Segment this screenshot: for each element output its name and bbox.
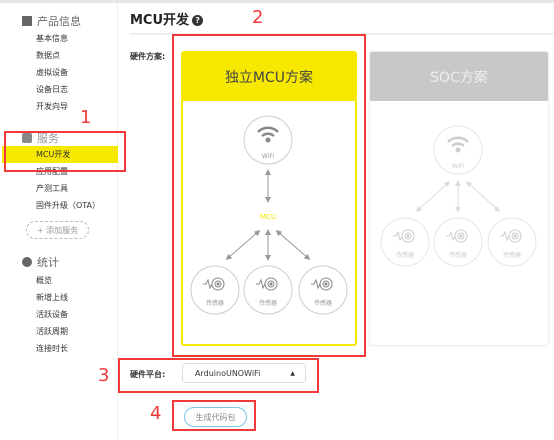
annotation-box-2 [172, 34, 366, 357]
soc-scheme-title: SOC方案 [370, 52, 548, 101]
section-title: 统计 [37, 256, 59, 269]
add-service-button[interactable]: + 添加服务 [26, 221, 89, 239]
annotation-number: 2 [252, 7, 264, 28]
annotation-number: 4 [150, 403, 162, 424]
page-title: MCU开发? [130, 9, 204, 28]
sidebar-section-product: 产品信息 [22, 13, 81, 29]
annotation-box-1 [4, 131, 126, 172]
section-title: 产品信息 [37, 15, 81, 28]
sidebar-item-overview[interactable]: 概览 [36, 275, 52, 286]
sidebar-item-dev-guide[interactable]: 开发向导 [36, 101, 68, 112]
scheme-label: 硬件方案: [130, 52, 166, 61]
annotation-number: 1 [80, 107, 92, 128]
soc-scheme-card[interactable]: SOC方案 [369, 51, 549, 346]
sidebar-section-stats: 统计 [22, 254, 59, 270]
sidebar-item-device-log[interactable]: 设备日志 [36, 84, 68, 95]
sidebar-item-ota[interactable]: 固件升级（OTA） [36, 200, 100, 211]
sidebar-item-active-devices[interactable]: 活跃设备 [36, 309, 68, 320]
pie-chart-icon [22, 257, 32, 267]
grid-icon [22, 16, 32, 26]
sidebar-item-connect-time[interactable]: 连接时长 [36, 343, 68, 354]
title-text: MCU开发 [130, 13, 190, 28]
help-icon[interactable]: ? [192, 15, 204, 26]
sidebar-item-test-tools[interactable]: 产测工具 [36, 183, 68, 194]
annotation-box-4 [172, 400, 256, 431]
sidebar-item-virtual-device[interactable]: 虚拟设备 [36, 67, 68, 78]
annotation-box-3 [118, 358, 319, 393]
sidebar-item-datapoints[interactable]: 数据点 [36, 50, 60, 61]
sidebar-item-basic-info[interactable]: 基本信息 [36, 33, 68, 44]
annotation-number: 3 [98, 365, 110, 386]
sidebar-item-new-online[interactable]: 新增上线 [36, 292, 68, 303]
sidebar-item-active-period[interactable]: 活跃周期 [36, 326, 68, 337]
